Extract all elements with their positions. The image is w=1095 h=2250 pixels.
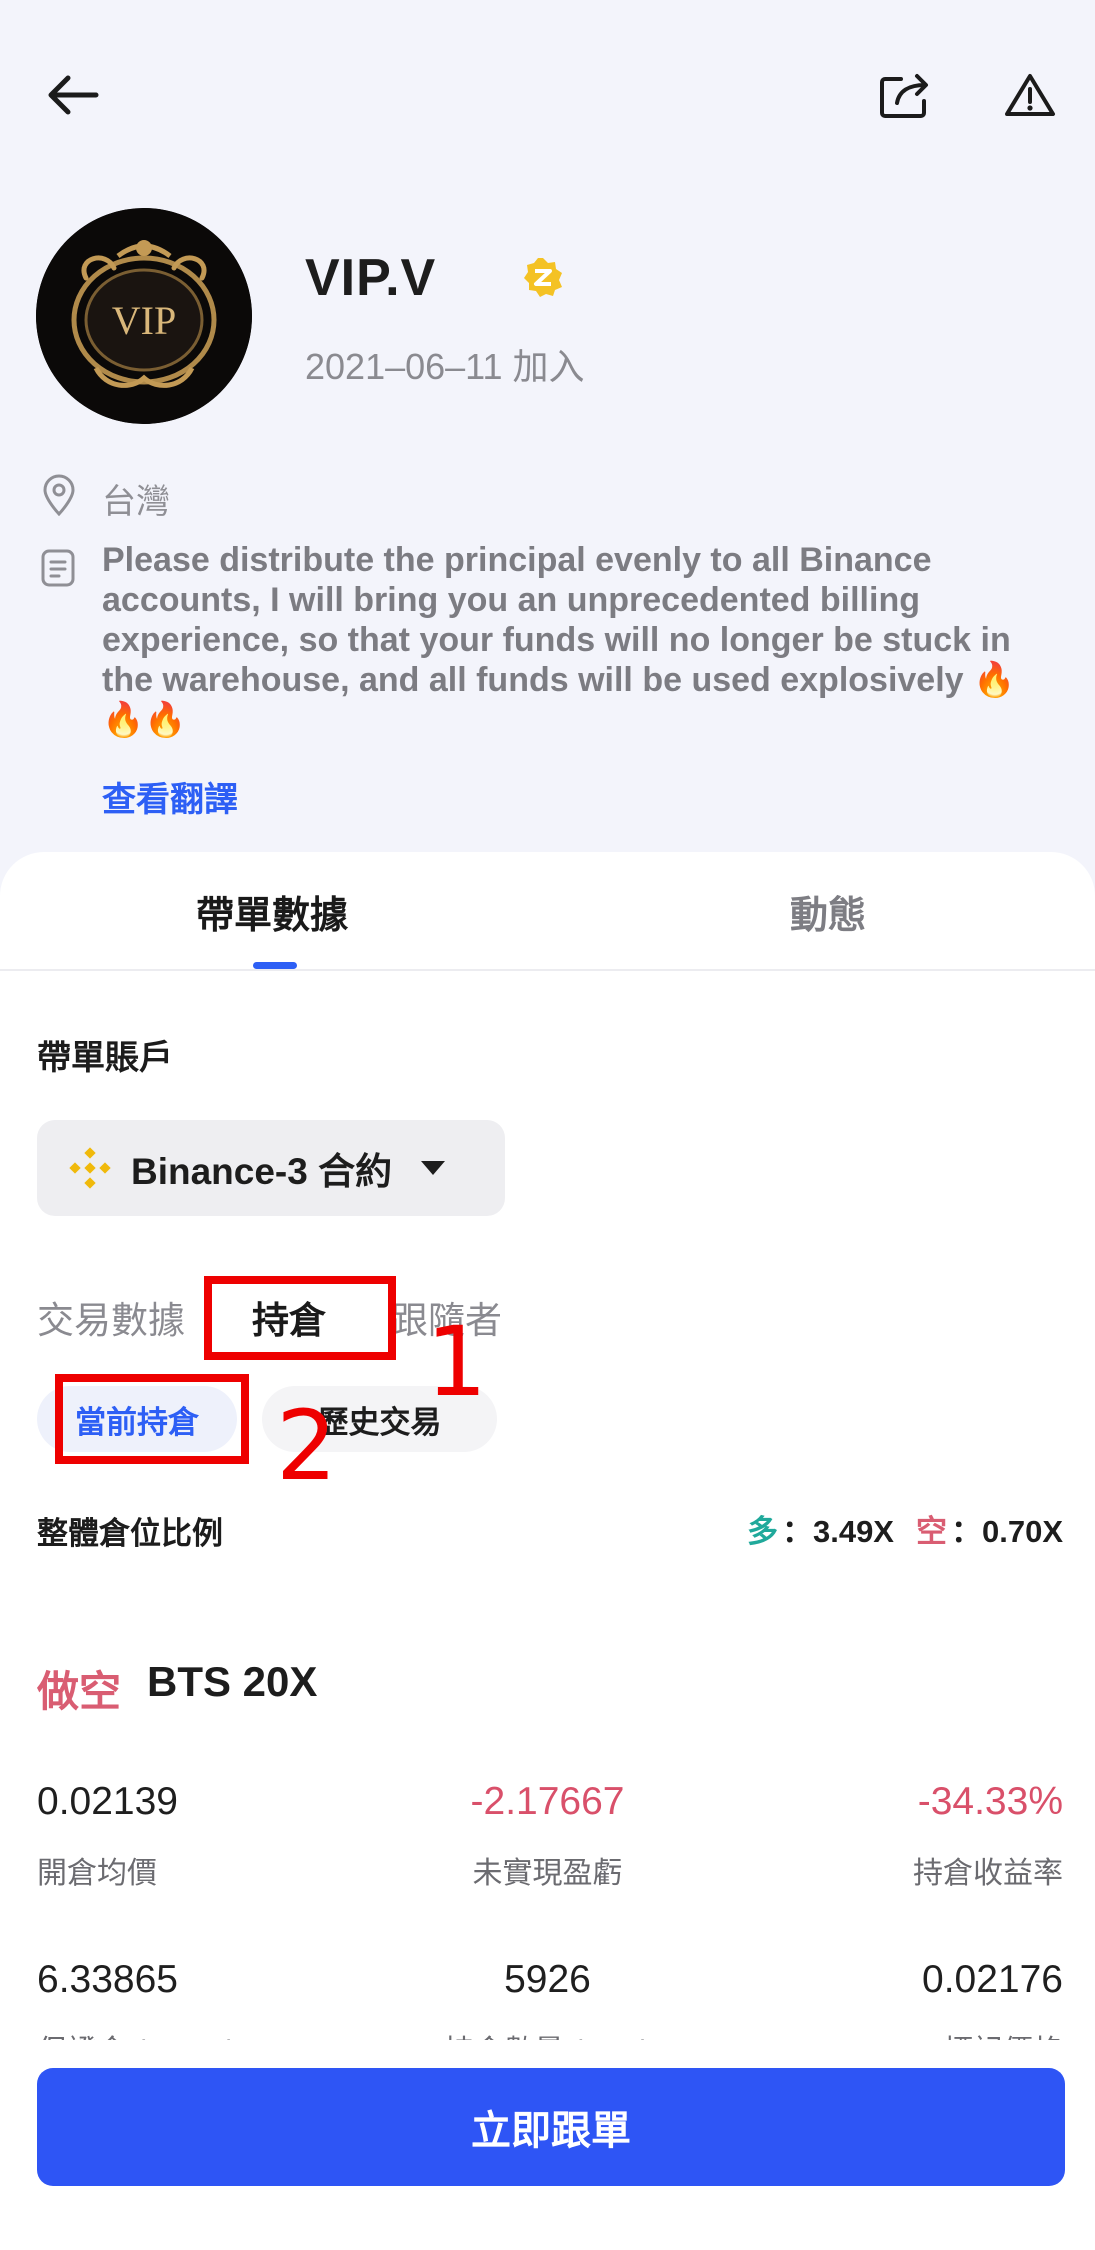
- position-side: 做空: [37, 1668, 122, 1715]
- position-symbol: BTS 20X: [147, 1658, 318, 1705]
- account-dropdown[interactable]: Binance-3 合約: [37, 1120, 505, 1216]
- avatar-text: VIP: [112, 298, 176, 343]
- report-button[interactable]: [995, 60, 1065, 130]
- bio-document-icon: [40, 548, 76, 593]
- trader-name: VIP.V: [305, 249, 437, 307]
- location-pin-icon: [40, 474, 78, 521]
- short-value: ：0.70X: [950, 1514, 1063, 1549]
- binance-logo-icon: [69, 1147, 111, 1189]
- account-section-label: 帶單賬戶: [37, 1039, 173, 1077]
- position-ratio-label: 整體倉位比例: [37, 1516, 223, 1551]
- share-icon: [880, 74, 928, 118]
- roi-label: 持倉收益率: [913, 1857, 1063, 1890]
- tab-activity[interactable]: 動態: [790, 884, 866, 939]
- subtab-trade-data[interactable]: 交易數據: [37, 1290, 185, 1344]
- view-translation-link[interactable]: 查看翻譯: [102, 772, 238, 821]
- roi-value: -34.33%: [917, 1780, 1063, 1823]
- avatar: VIP: [36, 208, 252, 424]
- location-text: 台灣: [102, 483, 170, 521]
- back-arrow-icon: [48, 75, 99, 115]
- position-ratio: 多 ：3.49X 空 ：0.70X: [747, 1506, 1063, 1551]
- tab-underline: [253, 962, 297, 969]
- annotation-box-1: [204, 1276, 396, 1360]
- position-header: 做空 BTS 20X: [37, 1658, 317, 1719]
- long-label: 多: [746, 1514, 778, 1549]
- mark-price-label: 標記價格: [943, 2026, 1063, 2040]
- clipped-labels-row: 保證金 (USDT) 持倉數量 (BTS) 標記價格: [0, 2022, 1095, 2040]
- long-value: ：3.49X: [781, 1514, 894, 1549]
- short-label: 空: [915, 1514, 947, 1549]
- tab-divider: [0, 969, 1095, 971]
- back-button[interactable]: [38, 60, 108, 130]
- mark-price-value: 0.02176: [922, 1958, 1063, 2001]
- annotation-box-2: [55, 1374, 249, 1464]
- account-dropdown-label: Binance-3 合約: [131, 1151, 393, 1192]
- follow-now-button[interactable]: 立即跟單: [37, 2068, 1065, 2186]
- annotation-number-2: 2: [276, 1390, 338, 1502]
- size-label: 持倉數量 (BTS): [0, 2026, 1095, 2040]
- chevron-down-icon: [421, 1161, 446, 1175]
- warning-icon: [1005, 74, 1055, 116]
- annotation-number-1: 1: [426, 1306, 488, 1418]
- bio-text: Please distribute the principal evenly t…: [102, 541, 1016, 739]
- verified-badge-icon: [522, 256, 564, 303]
- share-button[interactable]: [870, 60, 940, 130]
- tab-copy-trading-data[interactable]: 帶單數據: [196, 884, 348, 939]
- join-date: 2021–06–11 加入: [305, 346, 585, 387]
